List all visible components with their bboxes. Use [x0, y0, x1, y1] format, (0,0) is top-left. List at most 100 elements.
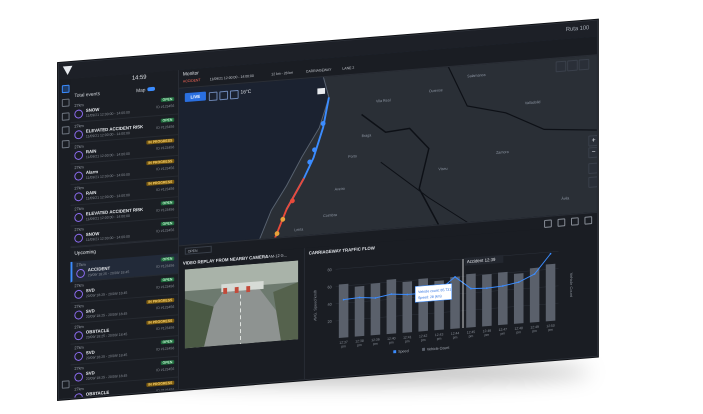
live-button[interactable]: LIVE — [184, 91, 206, 103]
settings-icon[interactable] — [61, 139, 70, 149]
status-badge: OPEN — [160, 200, 175, 206]
bar — [482, 273, 492, 327]
traffic-panel: CARRIAGEWAY TRAFFIC FLOW 20 40 60 80 AVG. Sp… — [304, 224, 597, 380]
alert-type-icon — [74, 330, 83, 341]
x-tick-label: pm — [485, 333, 490, 337]
x-tick-label: pm — [373, 342, 378, 346]
cloud-icon[interactable] — [229, 89, 239, 100]
live-label: LIVE — [190, 93, 201, 100]
location-icon[interactable] — [557, 218, 566, 227]
map-toggle-label: Map — [136, 87, 146, 95]
alert-id: ID #123456 — [156, 186, 175, 193]
bar — [338, 283, 349, 338]
status-badge: IN PROGRESS — [146, 380, 175, 387]
alert-title: RAIN — [85, 148, 97, 155]
alert-title: RAIN — [85, 189, 97, 196]
accident-time: 11/09/21 12:00:00 - 14:00:00 — [209, 73, 254, 82]
alert-type-icon — [76, 268, 85, 279]
alert-type-icon — [74, 310, 83, 320]
alert-id: ID #123456 — [156, 346, 175, 352]
route-label: Ruta 100 — [565, 25, 590, 34]
alert-list: 27km SNOW 11/09/21 12:00:00 - 14:00:00 OPEN… — [70, 93, 179, 248]
map-toggle[interactable] — [147, 86, 156, 92]
alert-id: ID #123456 — [156, 304, 175, 311]
comment-icon[interactable] — [584, 216, 593, 225]
status-badge: OPEN — [160, 360, 175, 366]
alert-id: ID #123456 — [156, 207, 175, 213]
carriageway-tag: CARRIAGEWAY — [305, 67, 332, 74]
share-icon[interactable] — [571, 217, 579, 226]
bar — [386, 279, 397, 335]
calendar-icon[interactable] — [61, 98, 70, 108]
gridline — [335, 302, 559, 322]
alert-title: SVD — [85, 287, 95, 294]
map-place-label: Leiria — [294, 227, 304, 233]
alert-id: ID #123456 — [156, 366, 175, 373]
status-badge: IN PROGRESS — [146, 138, 175, 145]
legend-item: Speed — [398, 349, 409, 354]
status-badge: IN PROGRESS — [146, 159, 175, 166]
map-pin-icon[interactable] — [578, 58, 590, 71]
alert-id: ID #123456 — [156, 165, 175, 172]
zoom-out-button[interactable]: − — [588, 146, 597, 159]
alert-type-icon — [74, 289, 83, 300]
y-tick-label: 80 — [328, 267, 332, 272]
map-place-label: Viseu — [438, 166, 448, 172]
alert-type-icon — [74, 129, 83, 140]
total-events-label: Total events — [74, 91, 100, 100]
alert-title: SVD — [85, 370, 95, 376]
stage: Ruta 100 14:59 Total events Map 27km SNOW… — [0, 0, 703, 414]
status-badge: IN PROGRESS — [146, 179, 175, 186]
shield-icon[interactable] — [555, 60, 567, 73]
alert-type-icon — [74, 392, 83, 398]
alert-id: ID #123456 — [156, 284, 175, 290]
alert-type-icon — [74, 372, 83, 382]
monitor-icon[interactable] — [61, 84, 70, 94]
x-tick-label: pm — [341, 344, 346, 348]
x-tick-label: pm — [389, 340, 394, 344]
map-view[interactable]: Salamanca Valladolid Vila Real Braga Porto Av… — [179, 36, 597, 246]
camera-select[interactable]: CAM-12 G... — [266, 252, 287, 259]
alert-id: ID #123456 — [156, 325, 175, 331]
x-tick-label: pm — [357, 343, 362, 347]
y-axis-label: AVG. Speed km/h — [312, 290, 317, 321]
status-badge: OPEN — [160, 97, 175, 103]
layers-icon[interactable] — [219, 90, 229, 101]
camera-feed[interactable] — [184, 260, 299, 349]
alert-id: ID #123456 — [156, 263, 175, 269]
map-place-label: Ávila — [561, 196, 570, 201]
pencil-icon[interactable] — [588, 176, 597, 188]
upcoming-list: 27km ACCIDENT 20/09/ 18:25 - 20/09/ 18:45 O… — [70, 253, 179, 398]
bar — [545, 263, 556, 322]
alerts-panel: 14:59 Total events Map 27km SNOW 11/09/21 … — [70, 70, 180, 398]
compass-icon[interactable] — [588, 162, 597, 175]
alert-type-icon — [74, 171, 83, 181]
alert-id: ID #123456 — [156, 145, 175, 151]
zoom-in-button[interactable]: + — [588, 134, 597, 147]
x-tick-label: pm — [516, 330, 521, 334]
video-icon[interactable] — [544, 219, 552, 228]
chart-icon[interactable] — [61, 126, 70, 135]
status-badge: IN PROGRESS — [146, 297, 175, 305]
filter-dropdown[interactable]: OPEN — [184, 245, 212, 255]
status-badge: OPEN — [160, 256, 175, 262]
km-tag: 12 km - 28 km — [271, 70, 294, 77]
bar — [466, 273, 476, 328]
app-window: Ruta 100 14:59 Total events Map 27km SNOW… — [58, 19, 598, 400]
settings-icon[interactable] — [567, 59, 578, 72]
alert-id: ID #123456 — [156, 387, 175, 393]
map-place-label: Braga — [361, 133, 372, 139]
alert-type-icon — [74, 351, 83, 362]
camera-icon[interactable] — [61, 112, 70, 121]
user-icon[interactable] — [61, 380, 70, 389]
status-badge: OPEN — [160, 277, 175, 283]
map-cluster[interactable] — [317, 87, 326, 95]
map-place-label: Aveiro — [334, 186, 345, 192]
traffic-chart[interactable]: 20406080AVG. Speed km/hVehicle Count12:3… — [307, 235, 595, 376]
y-tick-label: 20 — [328, 319, 332, 324]
alert-id: ID #123456 — [156, 228, 175, 234]
bar — [498, 271, 508, 326]
alert-title: SVD — [85, 308, 95, 314]
status-badge: IN PROGRESS — [146, 318, 175, 325]
grid-icon[interactable] — [208, 91, 218, 102]
